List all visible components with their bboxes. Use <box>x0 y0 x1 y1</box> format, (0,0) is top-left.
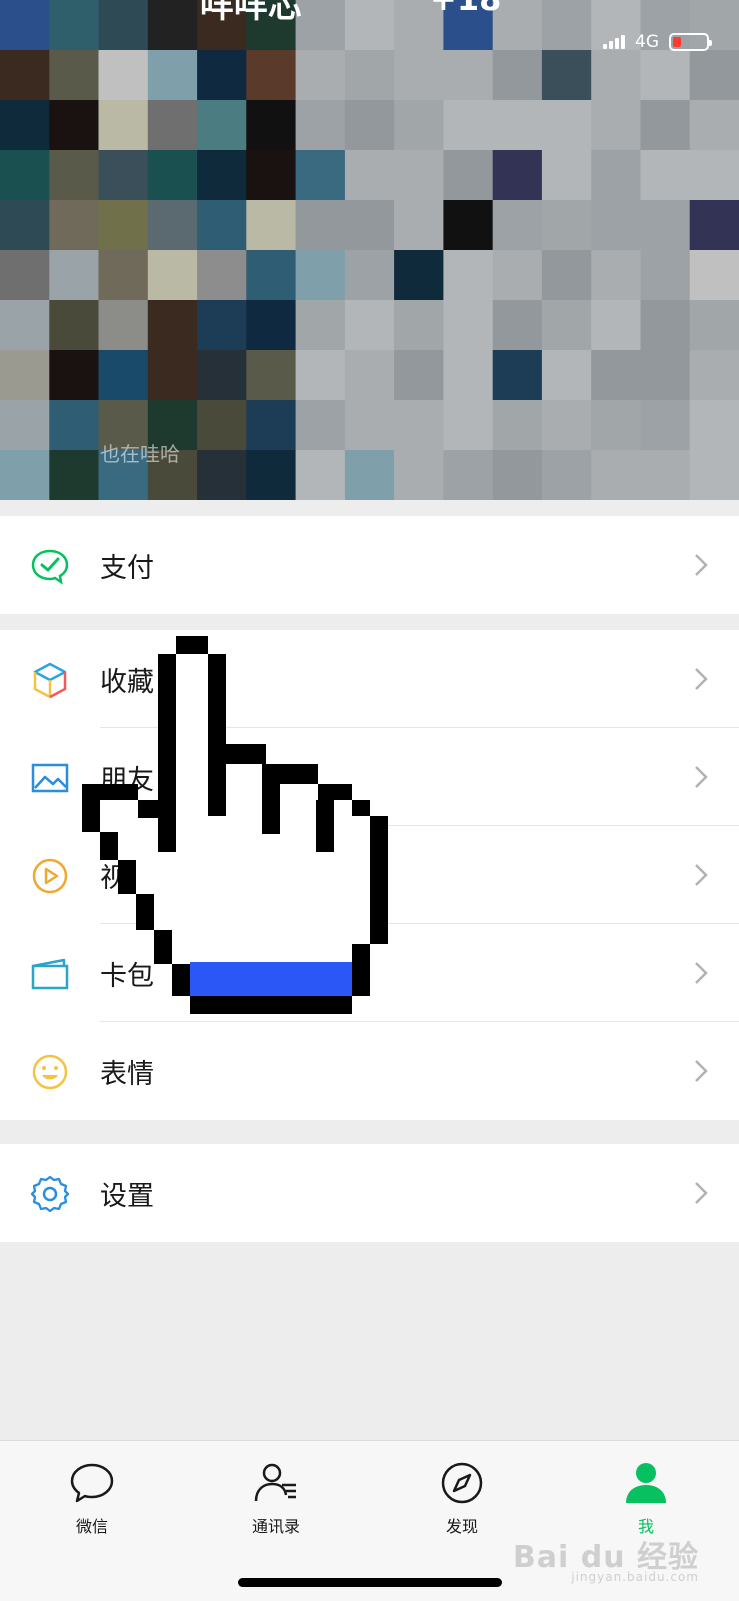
menu-item-label: 设置 <box>100 1180 154 1212</box>
menu-item-label: 表情 <box>100 1058 154 1090</box>
menu-item-settings[interactable]: 设置 <box>0 1144 739 1242</box>
chevron-right-icon <box>695 864 708 886</box>
menu-item-label: 支付 <box>100 552 154 584</box>
watermark: Bai du 经验 jingyan.baidu.com <box>513 1532 699 1584</box>
contacts-icon <box>254 1463 296 1502</box>
settings-gear-icon <box>30 1174 70 1214</box>
profile-nickname: 咩咩芯 <box>200 0 302 26</box>
tab-label: 发现 <box>445 1517 478 1536</box>
me-person-icon <box>626 1463 666 1503</box>
sticker-smile-icon <box>30 1052 70 1092</box>
chevron-right-icon <box>695 668 708 690</box>
tab-label: 通讯录 <box>251 1517 300 1536</box>
hand-pointer-cursor-icon <box>82 636 388 1014</box>
battery-icon <box>669 33 712 51</box>
menu-item-pay[interactable]: 支付 <box>0 516 739 614</box>
profile-status-text: 也在哇哈 <box>100 442 180 466</box>
status-bar: 4G <box>603 32 712 52</box>
discover-compass-icon <box>441 1462 483 1504</box>
tab-contacts[interactable]: 通讯录 <box>216 1459 336 1537</box>
home-indicator <box>238 1578 502 1587</box>
moments-photo-icon <box>30 758 70 798</box>
chevron-right-icon <box>695 554 708 576</box>
tab-chats[interactable]: 微信 <box>32 1459 152 1537</box>
wechat-pay-icon <box>30 546 70 586</box>
tab-me[interactable]: 我 <box>586 1459 706 1537</box>
video-play-icon <box>30 856 70 896</box>
chat-bubble-icon <box>70 1463 114 1503</box>
tab-discover[interactable]: 发现 <box>402 1459 522 1537</box>
network-type: 4G <box>635 32 659 52</box>
profile-header[interactable]: 咩咩芯 +18 4G 也在哇哈 <box>0 0 739 500</box>
chevron-right-icon <box>695 1182 708 1204</box>
signal-icon <box>603 35 625 49</box>
extra-count: +18 <box>430 0 501 18</box>
tab-label: 微信 <box>75 1517 108 1536</box>
card-wallet-icon <box>30 954 70 994</box>
chevron-right-icon <box>695 1060 708 1082</box>
favorites-cube-icon <box>30 660 70 700</box>
pay-section: 支付 <box>0 516 739 614</box>
chevron-right-icon <box>695 962 708 984</box>
chevron-right-icon <box>695 766 708 788</box>
pixelated-background <box>0 0 739 500</box>
settings-section: 设置 <box>0 1144 739 1242</box>
menu-item-stickers[interactable]: 表情 <box>0 1022 739 1120</box>
